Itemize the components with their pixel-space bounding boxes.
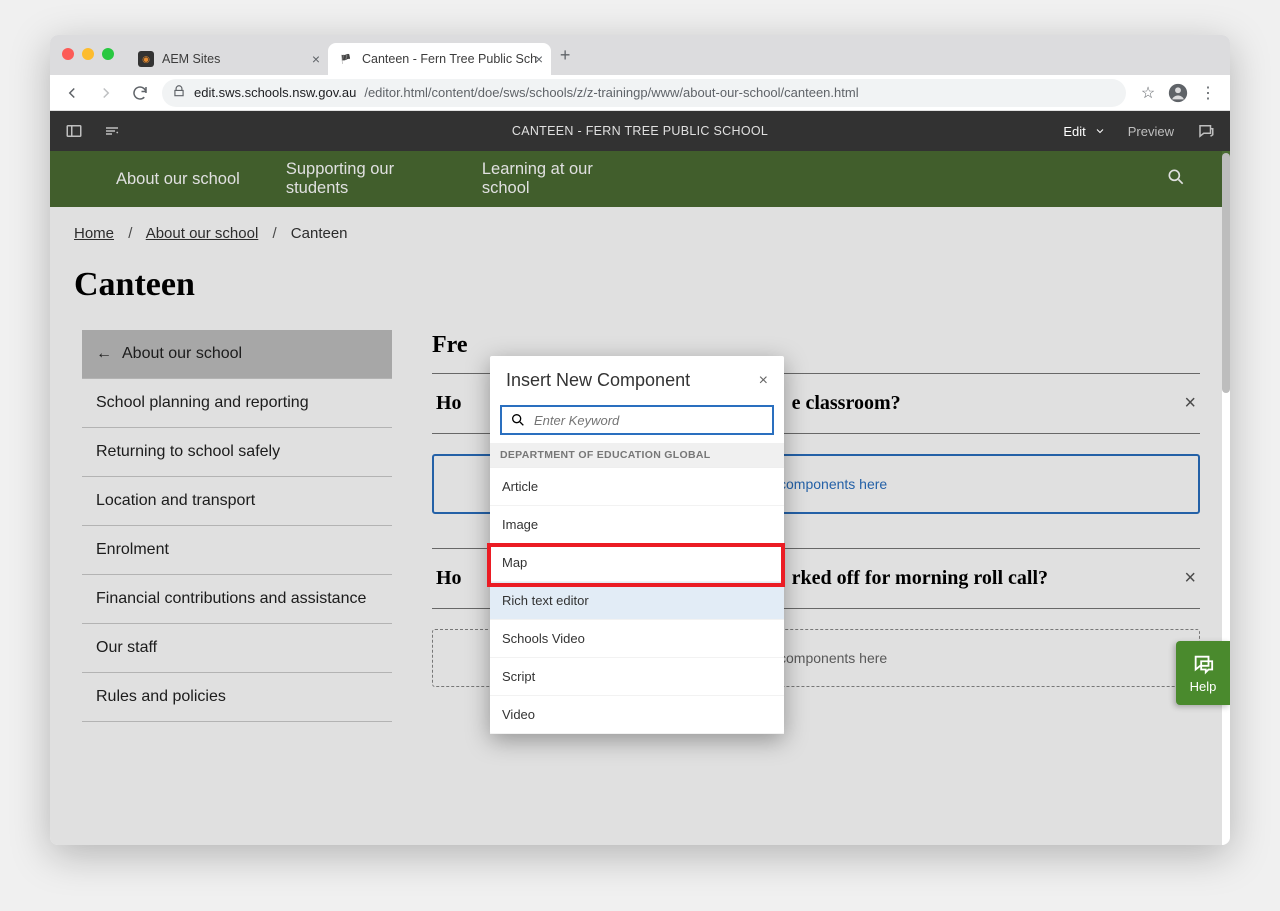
annotate-icon[interactable] bbox=[1196, 121, 1216, 141]
section-side-nav: About our school School planning and rep… bbox=[82, 330, 392, 722]
tab-title: Canteen - Fern Tree Public Sch bbox=[362, 52, 537, 66]
bookmark-star-icon[interactable]: ☆ bbox=[1136, 81, 1160, 105]
nav-learning-at-school[interactable]: Learning at our school bbox=[482, 160, 632, 198]
component-option-script[interactable]: Script bbox=[490, 658, 784, 696]
page-title: Canteen bbox=[50, 252, 1230, 330]
close-tab-icon[interactable]: × bbox=[312, 51, 320, 67]
nav-about-our-school[interactable]: About our school bbox=[116, 170, 240, 189]
close-icon[interactable]: × bbox=[759, 372, 768, 390]
search-icon bbox=[510, 412, 526, 428]
sidenav-item[interactable]: Our staff bbox=[82, 624, 392, 673]
browser-tab-canteen[interactable]: 🏴 Canteen - Fern Tree Public Sch × bbox=[328, 43, 551, 75]
preview-button[interactable]: Preview bbox=[1128, 124, 1174, 139]
chevron-down-icon bbox=[1094, 125, 1106, 137]
nav-supporting-students[interactable]: Supporting our students bbox=[286, 160, 436, 198]
component-option-rich-text-editor[interactable]: Rich text editor bbox=[490, 582, 784, 620]
component-option-article[interactable]: Article bbox=[490, 468, 784, 506]
dialog-title: Insert New Component bbox=[506, 370, 690, 391]
url-path: /editor.html/content/doe/sws/schools/z/z… bbox=[364, 85, 858, 100]
search-icon[interactable] bbox=[1166, 167, 1186, 192]
component-search-field[interactable] bbox=[500, 405, 774, 435]
tab-title: AEM Sites bbox=[162, 52, 220, 66]
kebab-menu-icon[interactable]: ⋮ bbox=[1196, 81, 1220, 105]
sidenav-item[interactable]: School planning and reporting bbox=[82, 379, 392, 428]
side-panel-toggle-icon[interactable] bbox=[64, 121, 84, 141]
favicon-icon: ◉ bbox=[138, 51, 154, 67]
chat-icon bbox=[1192, 653, 1214, 675]
breadcrumb-current: Canteen bbox=[291, 225, 348, 242]
close-tab-icon[interactable]: × bbox=[535, 51, 543, 67]
aem-editor-toolbar: CANTEEN - FERN TREE PUBLIC SCHOOL Edit P… bbox=[50, 111, 1230, 151]
component-option-image[interactable]: Image bbox=[490, 506, 784, 544]
page-info-icon[interactable] bbox=[102, 121, 122, 141]
collapse-icon[interactable]: × bbox=[1184, 567, 1196, 590]
insert-component-dialog: Insert New Component × DEPARTMENT OF EDU… bbox=[490, 356, 784, 734]
profile-icon[interactable] bbox=[1166, 81, 1190, 105]
back-button[interactable] bbox=[60, 81, 84, 105]
faq-heading: Fre bbox=[432, 332, 1200, 359]
component-group-label: DEPARTMENT OF EDUCATION GLOBAL bbox=[490, 443, 784, 467]
browser-window: ◉ AEM Sites × 🏴 Canteen - Fern Tree Publ… bbox=[50, 35, 1230, 845]
sidenav-item[interactable]: Returning to school safely bbox=[82, 428, 392, 477]
url-host: edit.sws.schools.nsw.gov.au bbox=[194, 85, 356, 100]
help-tab[interactable]: Help bbox=[1176, 641, 1230, 705]
new-tab-button[interactable]: + bbox=[551, 45, 579, 66]
component-option-map[interactable]: Map bbox=[490, 544, 784, 582]
minimize-window-icon[interactable] bbox=[82, 48, 94, 60]
breadcrumb: Home / About our school / Canteen bbox=[50, 207, 1230, 252]
help-label: Help bbox=[1190, 679, 1217, 694]
sidenav-item[interactable]: Enrolment bbox=[82, 526, 392, 575]
browser-tabbar: ◉ AEM Sites × 🏴 Canteen - Fern Tree Publ… bbox=[50, 35, 1230, 75]
breadcrumb-home[interactable]: Home bbox=[74, 225, 114, 242]
reload-button[interactable] bbox=[128, 81, 152, 105]
browser-toolbar: edit.sws.schools.nsw.gov.au/editor.html/… bbox=[50, 75, 1230, 111]
primary-nav: About our school Supporting our students… bbox=[50, 151, 1230, 207]
lock-icon bbox=[172, 84, 186, 101]
address-bar[interactable]: edit.sws.schools.nsw.gov.au/editor.html/… bbox=[162, 79, 1126, 107]
breadcrumb-section[interactable]: About our school bbox=[146, 225, 259, 242]
component-list: Article Image Map Rich text editor Schoo… bbox=[490, 467, 784, 734]
component-option-video[interactable]: Video bbox=[490, 696, 784, 734]
sidenav-current[interactable]: About our school bbox=[82, 330, 392, 379]
close-window-icon[interactable] bbox=[62, 48, 74, 60]
component-option-schools-video[interactable]: Schools Video bbox=[490, 620, 784, 658]
aem-page-title: CANTEEN - FERN TREE PUBLIC SCHOOL bbox=[512, 124, 768, 138]
maximize-window-icon[interactable] bbox=[102, 48, 114, 60]
collapse-icon[interactable]: × bbox=[1184, 392, 1196, 415]
sidenav-item[interactable]: Rules and policies bbox=[82, 673, 392, 722]
component-search-input[interactable] bbox=[534, 413, 764, 428]
forward-button[interactable] bbox=[94, 81, 118, 105]
sidenav-item[interactable]: Financial contributions and assistance bbox=[82, 575, 392, 624]
layer-mode-dropdown[interactable]: Edit bbox=[1063, 124, 1105, 139]
browser-tab-aem-sites[interactable]: ◉ AEM Sites × bbox=[128, 43, 328, 75]
browser-viewport: CANTEEN - FERN TREE PUBLIC SCHOOL Edit P… bbox=[50, 111, 1230, 845]
favicon-icon: 🏴 bbox=[338, 51, 354, 67]
window-controls bbox=[62, 48, 114, 60]
scrollbar-thumb[interactable] bbox=[1222, 153, 1230, 393]
sidenav-item[interactable]: Location and transport bbox=[82, 477, 392, 526]
